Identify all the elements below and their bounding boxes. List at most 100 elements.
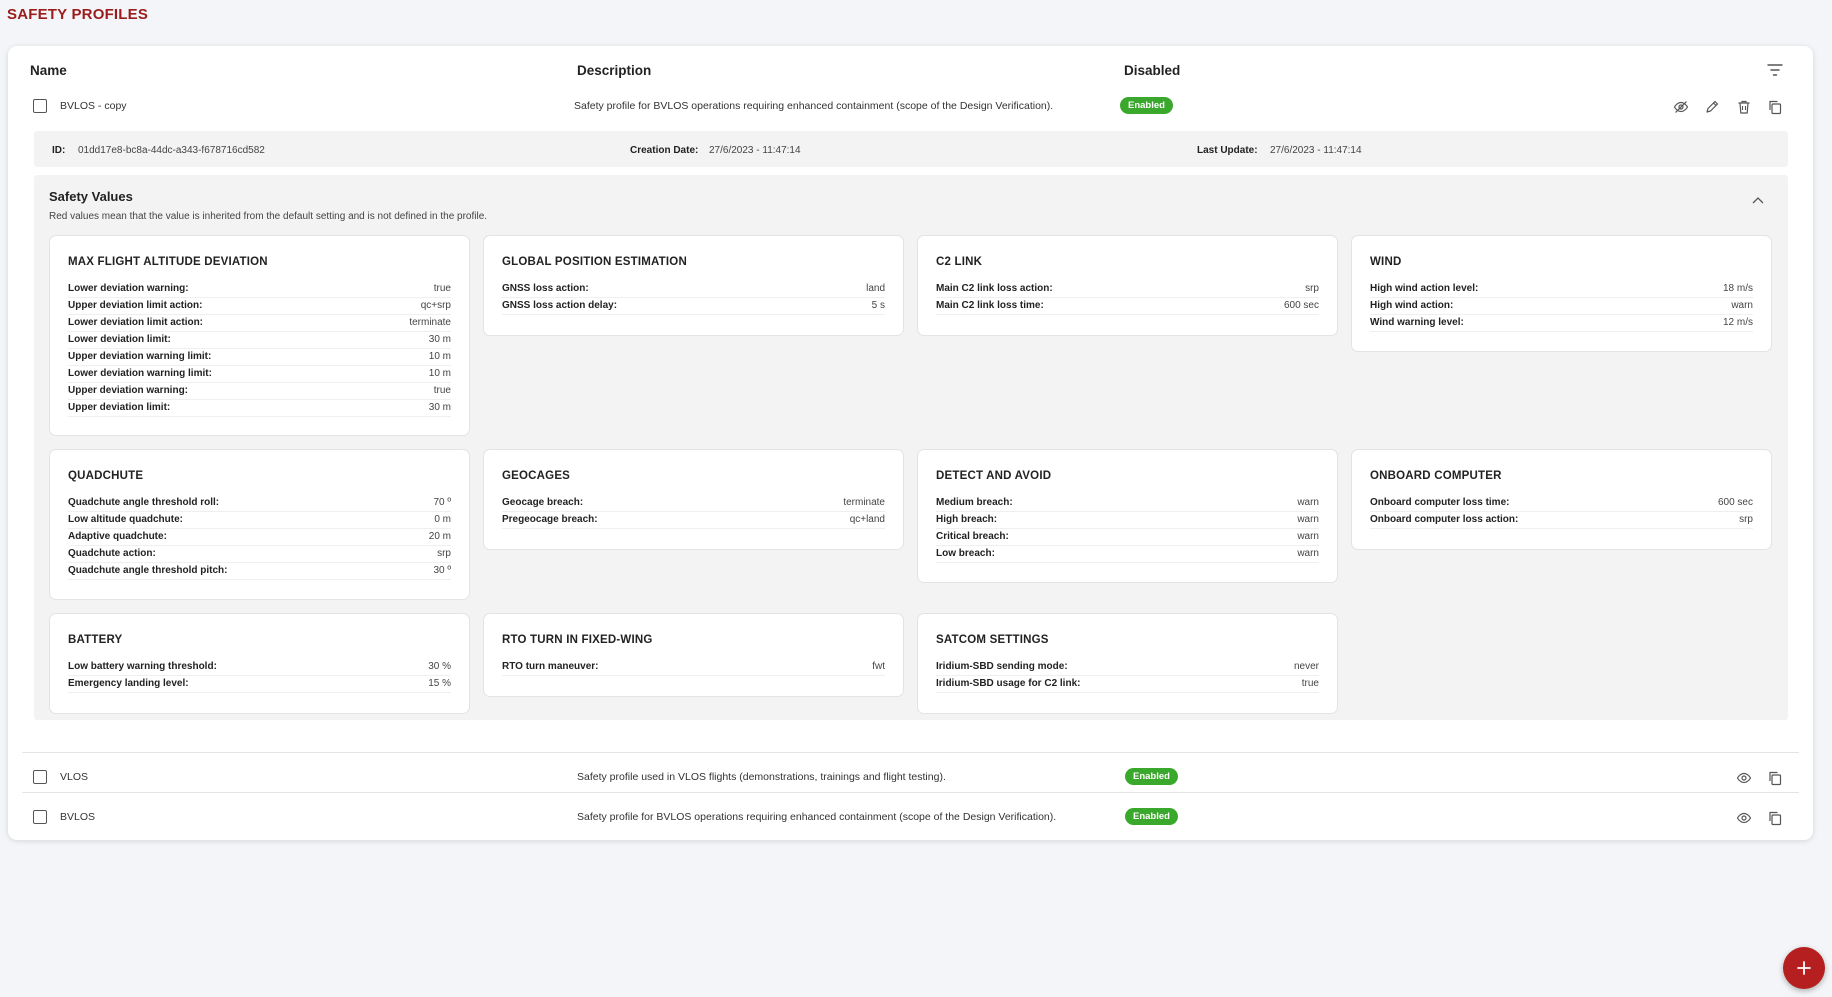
safety-value-row: Upper deviation limit: 30 m [68,400,451,417]
safety-value-value: 20 m [428,531,451,542]
safety-value-value: qc+land [849,514,885,525]
safety-value-key: GNSS loss action: [502,283,589,294]
header-name[interactable]: Name [30,63,67,78]
header-description[interactable]: Description [577,63,651,78]
safety-value-row: Lower deviation warning: true [68,281,451,298]
safety-value-row: Quadchute action: srp [68,546,451,563]
safety-value-key: Quadchute action: [68,548,156,559]
safety-card: QUADCHUTE Quadchute angle threshold roll:… [49,449,470,600]
chevron-up-icon[interactable] [1752,193,1764,204]
page-title: SAFETY PROFILES [7,6,149,23]
eye-icon[interactable] [1736,810,1752,826]
row-divider [22,792,1799,793]
row-checkbox[interactable] [33,810,47,824]
safety-card-title: RTO TURN IN FIXED-WING [502,634,653,646]
eye-off-icon[interactable] [1673,99,1689,115]
safety-value-key: Lower deviation limit action: [68,317,204,328]
safety-values-subtitle: Red values mean that the value is inheri… [49,211,488,222]
row-name[interactable]: BVLOS - copy [60,100,127,112]
row-checkbox[interactable] [33,99,47,113]
pencil-icon[interactable] [1704,99,1720,115]
safety-value-row: Onboard computer loss action: srp [1370,512,1753,529]
header-disabled[interactable]: Disabled [1124,63,1180,78]
safety-value-key: Onboard computer loss action: [1370,514,1519,525]
safety-value-key: Upper deviation limit: [68,402,171,413]
safety-value-key: Main C2 link loss time: [936,300,1044,311]
safety-value-key: RTO turn maneuver: [502,661,599,672]
safety-value-value: fwt [872,661,885,672]
row-checkbox[interactable] [33,770,47,784]
status-badge: Enabled [1125,768,1178,785]
safety-value-value: 12 m/s [1722,317,1753,328]
safety-card-title: WIND [1370,256,1402,268]
safety-card-title: ONBOARD COMPUTER [1370,470,1502,482]
safety-value-key: High wind action: [1370,300,1454,311]
filter-icon[interactable] [1767,63,1783,77]
safety-card: ONBOARD COMPUTER Onboard computer loss ti… [1351,449,1772,550]
safety-value-key: High breach: [936,514,998,525]
safety-value-key: Upper deviation limit action: [68,300,203,311]
last-update-value: 27/6/2023 - 11:47:14 [1270,145,1362,156]
safety-value-row: Main C2 link loss time: 600 sec [936,298,1319,315]
safety-value-row: Low battery warning threshold: 30 % [68,659,451,676]
safety-card: GEOCAGES Geocage breach: terminate Pregeoca… [483,449,904,550]
safety-value-value: 30 m [428,334,451,345]
row-name[interactable]: BVLOS [60,811,95,823]
safety-value-value: true [433,385,451,396]
safety-value-row: High breach: warn [936,512,1319,529]
safety-value-row: Medium breach: warn [936,495,1319,512]
safety-value-value: srp [1305,283,1319,294]
safety-value-row: Onboard computer loss time: 600 sec [1370,495,1753,512]
safety-value-row: High wind action: warn [1370,298,1753,315]
safety-value-value: 10 m [428,368,451,379]
row-description: Safety profile for BVLOS operations requ… [574,100,1054,112]
safety-value-row: Wind warning level: 12 m/s [1370,315,1753,332]
safety-value-row: Adaptive quadchute: 20 m [68,529,451,546]
safety-value-key: Main C2 link loss action: [936,283,1053,294]
safety-value-key: High wind action level: [1370,283,1479,294]
safety-value-value: warn [1297,514,1319,525]
safety-value-value: 30 m [428,402,451,413]
safety-value-row: Upper deviation warning limit: 10 m [68,349,451,366]
safety-value-value: 600 sec [1283,300,1319,311]
safety-card: MAX FLIGHT ALTITUDE DEVIATION Lower devia… [49,235,470,436]
safety-value-key: Low altitude quadchute: [68,514,183,525]
safety-value-value: land [866,283,885,294]
safety-value-value: warn [1297,548,1319,559]
safety-value-row: Low altitude quadchute: 0 m [68,512,451,529]
eye-icon[interactable] [1736,770,1752,786]
safety-value-row: Emergency landing level: 15 % [68,676,451,693]
safety-value-value: never [1293,661,1319,672]
profile-details-bar: ID: 01dd17e8-bc8a-44dc-a343-f678716cd582… [34,131,1788,167]
safety-value-row: GNSS loss action delay: 5 s [502,298,885,315]
safety-value-row: Quadchute angle threshold roll: 70 º [68,495,451,512]
safety-value-value: warn [1731,300,1753,311]
safety-value-value: 0 m [434,514,451,525]
safety-value-value: true [1301,678,1319,689]
safety-value-value: terminate [409,317,451,328]
row-name[interactable]: VLOS [60,771,88,783]
safety-value-key: Lower deviation warning: [68,283,189,294]
safety-value-key: Wind warning level: [1370,317,1464,328]
safety-value-value: 600 sec [1717,497,1753,508]
safety-value-value: 5 s [871,300,885,311]
copy-icon[interactable] [1767,99,1783,115]
safety-value-value: true [433,283,451,294]
safety-value-value: 30 º [433,565,451,576]
safety-card-title: GLOBAL POSITION ESTIMATION [502,256,687,268]
trash-icon[interactable] [1736,99,1752,115]
copy-icon[interactable] [1767,810,1783,826]
safety-value-value: 70 º [433,497,451,508]
copy-icon[interactable] [1767,770,1783,786]
safety-value-key: Quadchute angle threshold pitch: [68,565,228,576]
safety-value-key: Low battery warning threshold: [68,661,217,672]
safety-values-title: Safety Values [49,189,133,204]
safety-value-row: Upper deviation warning: true [68,383,451,400]
safety-value-row: RTO turn maneuver: fwt [502,659,885,676]
safety-value-key: Upper deviation warning limit: [68,351,212,362]
safety-value-key: Upper deviation warning: [68,385,189,396]
safety-card-title: BATTERY [68,634,123,646]
add-profile-button[interactable] [1783,947,1825,989]
row-divider [22,752,1799,753]
safety-value-key: Iridium-SBD sending mode: [936,661,1068,672]
